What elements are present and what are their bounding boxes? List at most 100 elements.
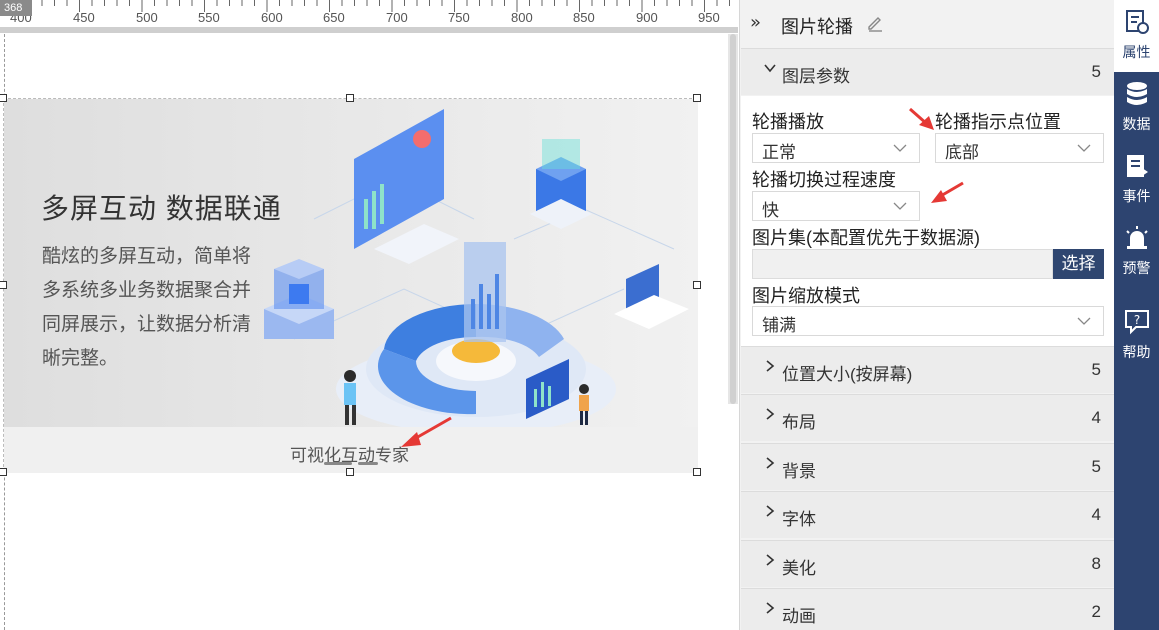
- ruler-label: 900: [636, 10, 658, 25]
- choose-images-button[interactable]: 选择: [1053, 249, 1104, 279]
- section-label: 背景: [782, 462, 816, 481]
- section-position-size[interactable]: 位置大小(按屏幕) 5: [741, 346, 1115, 393]
- section-label: 字体: [782, 510, 816, 529]
- slide-description: 酷炫的多屏互动，简单将多系统多业务数据聚合并同屏展示，让数据分析清晰完整。: [42, 246, 252, 369]
- ruler-label: 850: [573, 10, 595, 25]
- section-layout[interactable]: 布局 4: [741, 394, 1115, 441]
- dot-position-value: 底部: [945, 143, 979, 162]
- resize-handle[interactable]: [693, 468, 701, 476]
- carousel-widget[interactable]: 多屏互动 数据联通 酷炫的多屏互动，简单将多系统多业务数据聚合并同屏展示，让数据…: [3, 98, 698, 473]
- ruler-label: 450: [73, 10, 95, 25]
- ruler-corner-readout: 368: [0, 0, 32, 16]
- speed-value: 快: [762, 201, 779, 220]
- ruler-label: 750: [448, 10, 470, 25]
- resize-handle[interactable]: [693, 94, 701, 102]
- ruler-label: 600: [261, 10, 283, 25]
- section-label: 布局: [782, 413, 816, 432]
- properties-panel: » 图片轮播 图层参数 5 轮播播放 轮播指示点位置 正常 底部 轮播切换过程速…: [739, 0, 1115, 630]
- section-label: 图层参数: [782, 67, 850, 86]
- properties-icon: [1126, 10, 1149, 34]
- scale-mode-label: 图片缩放模式: [752, 286, 860, 306]
- toolbar-label: 事件: [1122, 188, 1151, 204]
- toolbar-label: 帮助: [1122, 344, 1151, 360]
- chevron-right-icon: [766, 602, 775, 614]
- section-label: 美化: [782, 559, 816, 578]
- section-count: 5: [1091, 457, 1101, 476]
- annotation-arrow: [909, 107, 934, 130]
- chevron-down-icon: [764, 64, 776, 73]
- resize-handle[interactable]: [346, 94, 354, 102]
- panel-title: 图片轮播: [781, 17, 853, 37]
- dot-position-select[interactable]: 底部: [935, 133, 1104, 163]
- resize-handle[interactable]: [693, 281, 701, 289]
- scrollbar-thumb[interactable]: [730, 34, 736, 404]
- section-layer-params[interactable]: 图层参数 5: [741, 48, 1115, 95]
- scale-mode-value: 铺满: [762, 316, 796, 335]
- resize-handle[interactable]: [0, 281, 7, 289]
- ruler-label: 950: [698, 10, 720, 25]
- section-count: 4: [1091, 505, 1101, 524]
- right-toolbar: 属性 数据 事件 预警 ? 帮助: [1114, 0, 1159, 630]
- section-font[interactable]: 字体 4: [741, 491, 1115, 538]
- chevron-right-icon: [766, 360, 775, 372]
- autoplay-value: 正常: [762, 143, 796, 162]
- section-label: 位置大小(按屏幕): [782, 365, 913, 384]
- design-canvas[interactable]: 400 450 500 550 600 650 700 750 800 850 …: [0, 0, 738, 630]
- toolbar-label: 属性: [1122, 44, 1151, 60]
- toolbar-data[interactable]: 数据: [1114, 72, 1159, 144]
- ruler-label: 700: [386, 10, 408, 25]
- toolbar-label: 预警: [1122, 260, 1151, 276]
- toolbar-properties[interactable]: 属性: [1114, 0, 1159, 72]
- chevron-down-icon: [1077, 144, 1091, 152]
- database-icon: [1127, 82, 1147, 105]
- section-count: 2: [1091, 602, 1101, 621]
- ruler-label: 800: [511, 10, 533, 25]
- panel-header: » 图片轮播: [740, 0, 1115, 48]
- toolbar-label: 数据: [1122, 116, 1151, 132]
- resize-handle[interactable]: [0, 94, 7, 102]
- section-beautify[interactable]: 美化 8: [741, 540, 1115, 587]
- toolbar-events[interactable]: 事件: [1114, 144, 1159, 216]
- carousel-indicator-dot[interactable]: [324, 462, 352, 465]
- alarm-icon: [1126, 226, 1148, 249]
- annotation-arrow: [931, 181, 964, 203]
- horizontal-ruler: 400 450 500 550 600 650 700 750 800 850 …: [0, 0, 738, 28]
- collapse-panel-button[interactable]: »: [750, 12, 761, 33]
- chevron-down-icon: [1077, 317, 1091, 325]
- chevron-right-icon: [766, 408, 775, 420]
- toolbar-help[interactable]: ? 帮助: [1114, 300, 1159, 372]
- section-count: 8: [1091, 554, 1101, 573]
- layer-params-body: 轮播播放 轮播指示点位置 正常 底部 轮播切换过程速度 快 图片集(本配置优先于…: [741, 96, 1115, 346]
- help-icon: ?: [1125, 310, 1149, 335]
- ruler-ticks: [16, 0, 730, 12]
- annotation-arrow: [401, 416, 452, 447]
- chevron-down-icon: [893, 202, 907, 210]
- resize-handle[interactable]: [0, 468, 7, 476]
- ruler-label: 550: [198, 10, 220, 25]
- slide-title: 多屏互动 数据联通: [41, 193, 282, 224]
- canvas-vertical-scrollbar[interactable]: [728, 34, 738, 404]
- edit-pencil-icon[interactable]: [866, 14, 884, 32]
- autoplay-label: 轮播播放: [752, 112, 824, 132]
- section-animation[interactable]: 动画 2: [741, 588, 1115, 630]
- image-set-label: 图片集(本配置优先于数据源): [752, 228, 980, 248]
- image-set-input[interactable]: [752, 249, 1053, 279]
- carousel-indicator-dot[interactable]: [358, 462, 378, 465]
- svg-text:?: ?: [1134, 313, 1140, 327]
- section-background[interactable]: 背景 5: [741, 443, 1115, 490]
- chevron-right-icon: [766, 554, 775, 566]
- section-count: 5: [1091, 360, 1101, 379]
- autoplay-select[interactable]: 正常: [752, 133, 920, 163]
- ruler-label: 650: [323, 10, 345, 25]
- scale-mode-select[interactable]: 铺满: [752, 306, 1104, 336]
- section-count: 4: [1091, 408, 1101, 427]
- carousel-slide-image: 多屏互动 数据联通 酷炫的多屏互动，简单将多系统多业务数据聚合并同屏展示，让数据…: [4, 99, 698, 429]
- event-icon: [1127, 155, 1148, 177]
- speed-select[interactable]: 快: [752, 191, 920, 221]
- ruler-scrollbar[interactable]: [0, 27, 738, 33]
- dot-position-label: 轮播指示点位置: [935, 112, 1061, 132]
- resize-handle[interactable]: [346, 468, 354, 476]
- ruler-label: 500: [136, 10, 158, 25]
- toolbar-alarm[interactable]: 预警: [1114, 216, 1159, 288]
- section-label: 动画: [782, 607, 816, 626]
